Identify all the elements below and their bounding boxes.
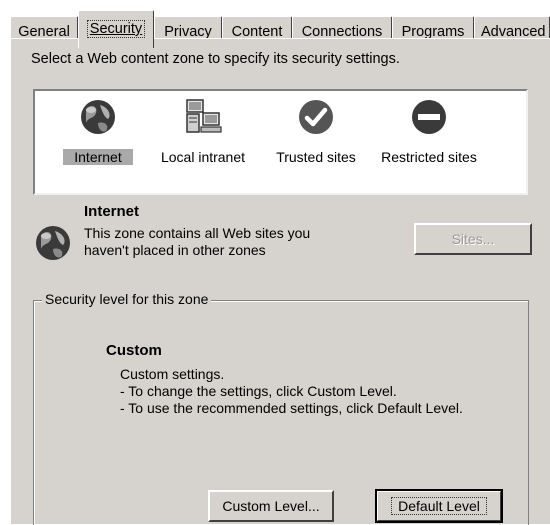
- custom-level-button-label: Custom Level...: [222, 498, 320, 514]
- checkmark-icon: [296, 97, 336, 137]
- level-desc-line1: Custom settings.: [120, 366, 225, 382]
- zone-internet-label: Internet: [63, 149, 133, 165]
- security-level-description: Custom settings. - To change the setting…: [120, 366, 463, 417]
- zone-restricted-sites-label: Restricted sites: [381, 149, 477, 165]
- security-level-legend: Security level for this zone: [42, 291, 212, 307]
- no-entry-icon: [409, 97, 449, 137]
- zone-restricted-sites[interactable]: Restricted sites: [377, 97, 481, 165]
- zone-local-intranet-label: Local intranet: [160, 149, 246, 165]
- default-level-button[interactable]: Default Level: [375, 489, 503, 523]
- zone-trusted-sites-label: Trusted sites: [276, 149, 356, 165]
- zone-info-line2: haven't placed in other zones: [84, 242, 266, 258]
- internet-globe-icon: [33, 223, 73, 263]
- zone-local-intranet[interactable]: Local intranet: [153, 97, 253, 165]
- zone-instruction: Select a Web content zone to specify its…: [31, 51, 400, 67]
- zone-trusted-sites[interactable]: Trusted sites: [271, 97, 361, 165]
- security-tab-panel: Select a Web content zone to specify its…: [10, 38, 550, 525]
- zone-internet[interactable]: Internet: [63, 97, 133, 165]
- security-level-name: Custom: [106, 342, 162, 359]
- zone-info-description: This zone contains all Web sites you hav…: [84, 225, 364, 259]
- custom-level-button[interactable]: Custom Level...: [208, 490, 334, 522]
- tab-security-label: Security: [86, 20, 146, 38]
- default-level-button-label: Default Level: [391, 497, 487, 515]
- security-level-group: Security level for this zone Custom Cust…: [33, 291, 529, 525]
- computer-network-icon: [183, 97, 223, 137]
- level-desc-line3: - To use the recommended settings, click…: [120, 400, 463, 416]
- tab-security[interactable]: Security: [78, 10, 154, 48]
- zone-info-line1: This zone contains all Web sites you: [84, 225, 311, 241]
- sites-button[interactable]: Sites...: [414, 223, 532, 255]
- zone-list: Internet Local intranet Trusted sites Re…: [33, 89, 528, 195]
- globe-icon: [78, 97, 118, 137]
- level-desc-line2: - To change the settings, click Custom L…: [120, 383, 397, 399]
- zone-info-title: Internet: [84, 203, 140, 220]
